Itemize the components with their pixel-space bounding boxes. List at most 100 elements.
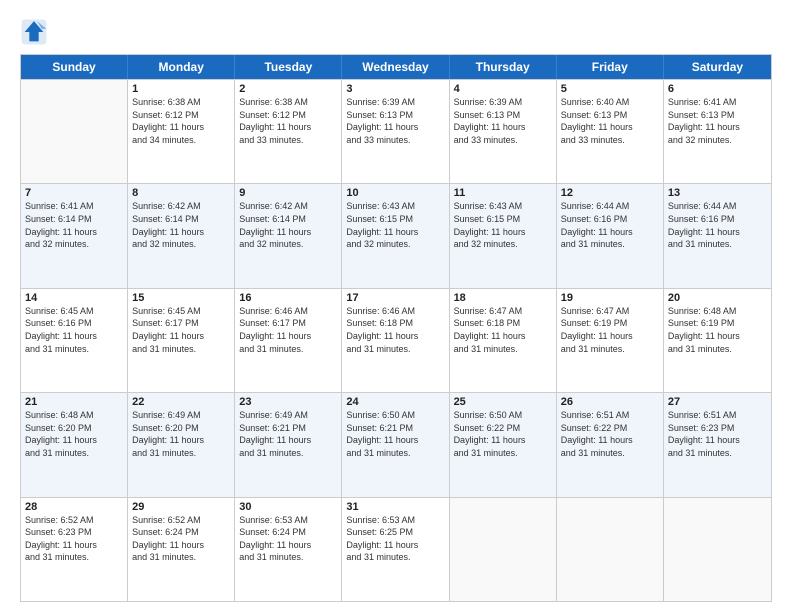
cell-info: Sunrise: 6:48 AMSunset: 6:20 PMDaylight:… xyxy=(25,409,123,459)
calendar-cell: 15Sunrise: 6:45 AMSunset: 6:17 PMDayligh… xyxy=(128,289,235,392)
cell-info: Sunrise: 6:43 AMSunset: 6:15 PMDaylight:… xyxy=(346,200,444,250)
day-number: 14 xyxy=(25,292,123,304)
day-number: 21 xyxy=(25,396,123,408)
day-number: 7 xyxy=(25,187,123,199)
calendar-cell: 8Sunrise: 6:42 AMSunset: 6:14 PMDaylight… xyxy=(128,184,235,287)
calendar-cell: 26Sunrise: 6:51 AMSunset: 6:22 PMDayligh… xyxy=(557,393,664,496)
calendar-cell: 17Sunrise: 6:46 AMSunset: 6:18 PMDayligh… xyxy=(342,289,449,392)
calendar-cell: 5Sunrise: 6:40 AMSunset: 6:13 PMDaylight… xyxy=(557,80,664,183)
cell-info: Sunrise: 6:45 AMSunset: 6:17 PMDaylight:… xyxy=(132,305,230,355)
empty-cell xyxy=(450,498,557,601)
cell-info: Sunrise: 6:45 AMSunset: 6:16 PMDaylight:… xyxy=(25,305,123,355)
calendar-cell: 11Sunrise: 6:43 AMSunset: 6:15 PMDayligh… xyxy=(450,184,557,287)
calendar: SundayMondayTuesdayWednesdayThursdayFrid… xyxy=(20,54,772,602)
day-number: 9 xyxy=(239,187,337,199)
day-number: 17 xyxy=(346,292,444,304)
calendar-cell: 30Sunrise: 6:53 AMSunset: 6:24 PMDayligh… xyxy=(235,498,342,601)
day-number: 23 xyxy=(239,396,337,408)
weekday-header: Thursday xyxy=(450,55,557,79)
day-number: 2 xyxy=(239,83,337,95)
day-number: 19 xyxy=(561,292,659,304)
calendar-row: 14Sunrise: 6:45 AMSunset: 6:16 PMDayligh… xyxy=(21,288,771,392)
calendar-cell: 12Sunrise: 6:44 AMSunset: 6:16 PMDayligh… xyxy=(557,184,664,287)
calendar-header: SundayMondayTuesdayWednesdayThursdayFrid… xyxy=(21,55,771,79)
cell-info: Sunrise: 6:46 AMSunset: 6:17 PMDaylight:… xyxy=(239,305,337,355)
day-number: 15 xyxy=(132,292,230,304)
day-number: 24 xyxy=(346,396,444,408)
calendar-cell: 6Sunrise: 6:41 AMSunset: 6:13 PMDaylight… xyxy=(664,80,771,183)
cell-info: Sunrise: 6:44 AMSunset: 6:16 PMDaylight:… xyxy=(668,200,767,250)
day-number: 27 xyxy=(668,396,767,408)
day-number: 20 xyxy=(668,292,767,304)
day-number: 28 xyxy=(25,501,123,513)
cell-info: Sunrise: 6:50 AMSunset: 6:21 PMDaylight:… xyxy=(346,409,444,459)
calendar-cell: 21Sunrise: 6:48 AMSunset: 6:20 PMDayligh… xyxy=(21,393,128,496)
day-number: 16 xyxy=(239,292,337,304)
day-number: 5 xyxy=(561,83,659,95)
day-number: 26 xyxy=(561,396,659,408)
day-number: 1 xyxy=(132,83,230,95)
day-number: 4 xyxy=(454,83,552,95)
calendar-cell: 27Sunrise: 6:51 AMSunset: 6:23 PMDayligh… xyxy=(664,393,771,496)
calendar-cell: 20Sunrise: 6:48 AMSunset: 6:19 PMDayligh… xyxy=(664,289,771,392)
day-number: 6 xyxy=(668,83,767,95)
day-number: 3 xyxy=(346,83,444,95)
cell-info: Sunrise: 6:51 AMSunset: 6:23 PMDaylight:… xyxy=(668,409,767,459)
calendar-row: 21Sunrise: 6:48 AMSunset: 6:20 PMDayligh… xyxy=(21,392,771,496)
cell-info: Sunrise: 6:49 AMSunset: 6:20 PMDaylight:… xyxy=(132,409,230,459)
calendar-cell: 31Sunrise: 6:53 AMSunset: 6:25 PMDayligh… xyxy=(342,498,449,601)
weekday-header: Saturday xyxy=(664,55,771,79)
weekday-header: Monday xyxy=(128,55,235,79)
day-number: 29 xyxy=(132,501,230,513)
calendar-page: SundayMondayTuesdayWednesdayThursdayFrid… xyxy=(0,0,792,612)
calendar-cell: 29Sunrise: 6:52 AMSunset: 6:24 PMDayligh… xyxy=(128,498,235,601)
weekday-header: Sunday xyxy=(21,55,128,79)
day-number: 31 xyxy=(346,501,444,513)
cell-info: Sunrise: 6:52 AMSunset: 6:23 PMDaylight:… xyxy=(25,514,123,564)
cell-info: Sunrise: 6:40 AMSunset: 6:13 PMDaylight:… xyxy=(561,96,659,146)
empty-cell xyxy=(664,498,771,601)
calendar-cell: 10Sunrise: 6:43 AMSunset: 6:15 PMDayligh… xyxy=(342,184,449,287)
cell-info: Sunrise: 6:51 AMSunset: 6:22 PMDaylight:… xyxy=(561,409,659,459)
calendar-cell: 16Sunrise: 6:46 AMSunset: 6:17 PMDayligh… xyxy=(235,289,342,392)
cell-info: Sunrise: 6:49 AMSunset: 6:21 PMDaylight:… xyxy=(239,409,337,459)
calendar-cell: 9Sunrise: 6:42 AMSunset: 6:14 PMDaylight… xyxy=(235,184,342,287)
cell-info: Sunrise: 6:48 AMSunset: 6:19 PMDaylight:… xyxy=(668,305,767,355)
day-number: 18 xyxy=(454,292,552,304)
cell-info: Sunrise: 6:38 AMSunset: 6:12 PMDaylight:… xyxy=(239,96,337,146)
cell-info: Sunrise: 6:43 AMSunset: 6:15 PMDaylight:… xyxy=(454,200,552,250)
cell-info: Sunrise: 6:41 AMSunset: 6:13 PMDaylight:… xyxy=(668,96,767,146)
calendar-cell: 23Sunrise: 6:49 AMSunset: 6:21 PMDayligh… xyxy=(235,393,342,496)
calendar-cell: 1Sunrise: 6:38 AMSunset: 6:12 PMDaylight… xyxy=(128,80,235,183)
empty-cell xyxy=(21,80,128,183)
cell-info: Sunrise: 6:42 AMSunset: 6:14 PMDaylight:… xyxy=(132,200,230,250)
cell-info: Sunrise: 6:50 AMSunset: 6:22 PMDaylight:… xyxy=(454,409,552,459)
calendar-cell: 18Sunrise: 6:47 AMSunset: 6:18 PMDayligh… xyxy=(450,289,557,392)
empty-cell xyxy=(557,498,664,601)
page-header xyxy=(20,18,772,46)
calendar-cell: 2Sunrise: 6:38 AMSunset: 6:12 PMDaylight… xyxy=(235,80,342,183)
calendar-row: 28Sunrise: 6:52 AMSunset: 6:23 PMDayligh… xyxy=(21,497,771,601)
calendar-row: 1Sunrise: 6:38 AMSunset: 6:12 PMDaylight… xyxy=(21,79,771,183)
calendar-cell: 25Sunrise: 6:50 AMSunset: 6:22 PMDayligh… xyxy=(450,393,557,496)
cell-info: Sunrise: 6:39 AMSunset: 6:13 PMDaylight:… xyxy=(454,96,552,146)
cell-info: Sunrise: 6:47 AMSunset: 6:18 PMDaylight:… xyxy=(454,305,552,355)
day-number: 12 xyxy=(561,187,659,199)
calendar-cell: 14Sunrise: 6:45 AMSunset: 6:16 PMDayligh… xyxy=(21,289,128,392)
cell-info: Sunrise: 6:46 AMSunset: 6:18 PMDaylight:… xyxy=(346,305,444,355)
cell-info: Sunrise: 6:47 AMSunset: 6:19 PMDaylight:… xyxy=(561,305,659,355)
cell-info: Sunrise: 6:42 AMSunset: 6:14 PMDaylight:… xyxy=(239,200,337,250)
cell-info: Sunrise: 6:38 AMSunset: 6:12 PMDaylight:… xyxy=(132,96,230,146)
calendar-cell: 4Sunrise: 6:39 AMSunset: 6:13 PMDaylight… xyxy=(450,80,557,183)
cell-info: Sunrise: 6:44 AMSunset: 6:16 PMDaylight:… xyxy=(561,200,659,250)
weekday-header: Tuesday xyxy=(235,55,342,79)
calendar-cell: 7Sunrise: 6:41 AMSunset: 6:14 PMDaylight… xyxy=(21,184,128,287)
day-number: 22 xyxy=(132,396,230,408)
day-number: 13 xyxy=(668,187,767,199)
cell-info: Sunrise: 6:39 AMSunset: 6:13 PMDaylight:… xyxy=(346,96,444,146)
day-number: 25 xyxy=(454,396,552,408)
weekday-header: Friday xyxy=(557,55,664,79)
weekday-header: Wednesday xyxy=(342,55,449,79)
day-number: 30 xyxy=(239,501,337,513)
calendar-body: 1Sunrise: 6:38 AMSunset: 6:12 PMDaylight… xyxy=(21,79,771,601)
